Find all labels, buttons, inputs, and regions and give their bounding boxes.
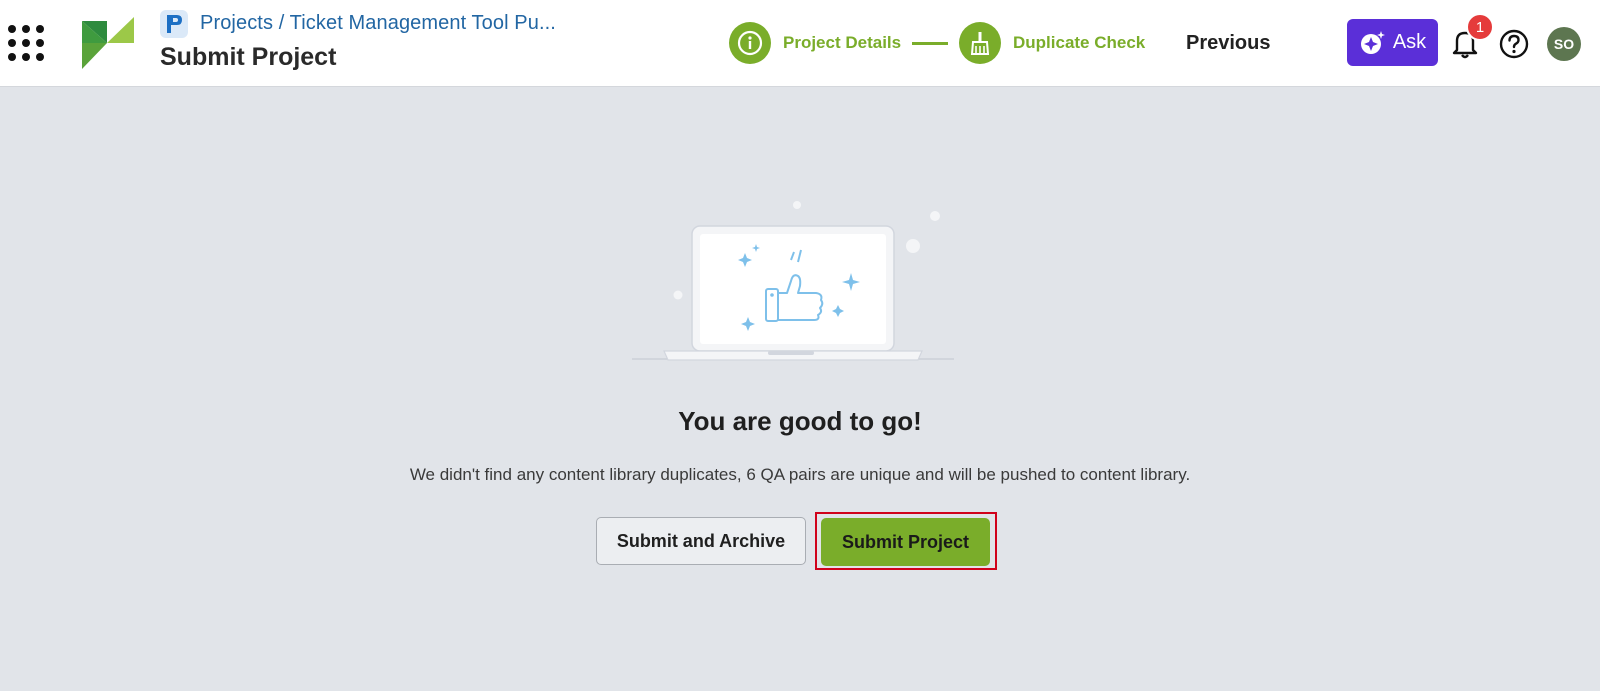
submit-project-button[interactable]: Submit Project — [821, 518, 990, 566]
sparkle-compass-icon — [1360, 30, 1385, 54]
top-header: Projects / Ticket Management Tool Pu... … — [0, 0, 1600, 87]
project-type-icon — [160, 10, 188, 38]
success-message: We didn't find any content library dupli… — [409, 465, 1191, 484]
ask-button[interactable]: Ask — [1347, 19, 1438, 66]
app-launcher-grid-icon[interactable] — [6, 23, 44, 61]
step-connector — [912, 42, 948, 45]
step-label: Duplicate Check — [1013, 33, 1146, 52]
app-logo[interactable] — [80, 17, 134, 69]
step-project-details[interactable]: Project Details — [729, 22, 901, 64]
breadcrumb[interactable]: Projects / Ticket Management Tool Pu... — [200, 12, 556, 35]
submit-and-archive-button[interactable]: Submit and Archive — [596, 517, 806, 565]
broom-icon — [959, 22, 1001, 64]
notification-badge: 1 — [1466, 13, 1494, 41]
avatar[interactable]: SO — [1547, 27, 1581, 61]
step-duplicate-check[interactable]: Duplicate Check — [959, 22, 1145, 64]
success-headline: You are good to go! — [678, 406, 922, 436]
step-label: Project Details — [783, 33, 902, 52]
previous-button[interactable]: Previous — [1186, 32, 1270, 55]
ask-label: Ask — [1392, 31, 1427, 53]
page-title: Submit Project — [160, 43, 337, 71]
info-icon — [729, 22, 771, 64]
help-icon[interactable] — [1498, 28, 1530, 60]
laptop-thumbs-up-illustration — [632, 201, 954, 361]
